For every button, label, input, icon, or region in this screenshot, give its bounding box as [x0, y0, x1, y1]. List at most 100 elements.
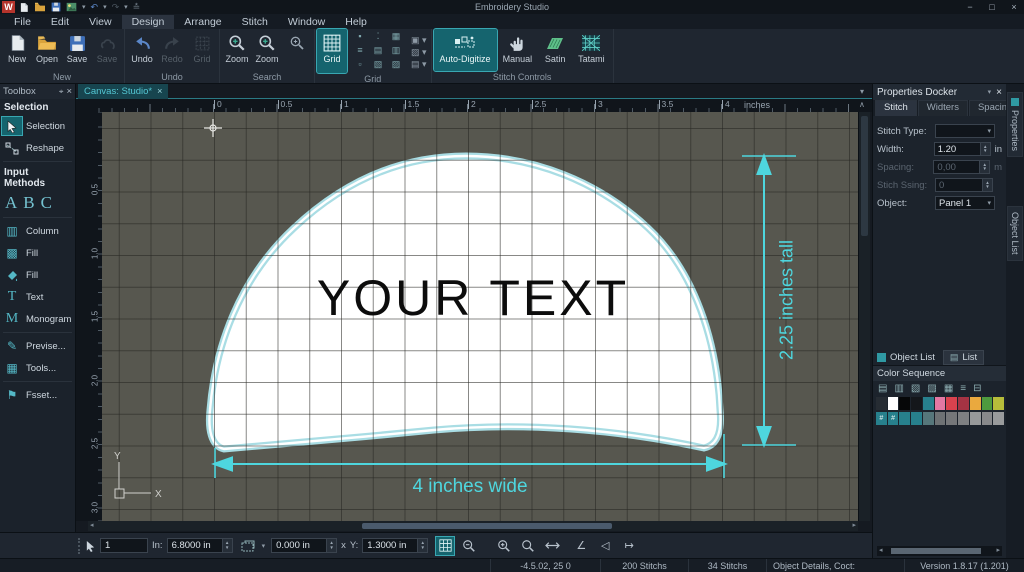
tool-selection[interactable]: Selection	[0, 115, 75, 137]
grid-option-icon[interactable]: ▤	[374, 45, 383, 59]
close-icon[interactable]: ×	[66, 86, 72, 97]
auto-digitize-button[interactable]: Auto-Digitize	[432, 28, 498, 72]
docker-menu-icon[interactable]: ▾	[988, 88, 992, 96]
zoom-out-icon[interactable]	[460, 537, 478, 555]
letter-a[interactable]: A	[5, 193, 17, 213]
color-swatch[interactable]: #	[887, 412, 899, 425]
list-view-icon[interactable]: ≡	[960, 383, 966, 394]
zoom-button-2[interactable]: Zoom	[252, 29, 282, 71]
side-tab-object-list[interactable]: Object List	[1007, 206, 1023, 261]
color-swatch[interactable]	[946, 397, 958, 410]
copy-icon[interactable]: ▥	[894, 383, 903, 394]
canvas-tab[interactable]: Canvas: Studio* ×	[78, 83, 169, 99]
menu-item-window[interactable]: Window	[278, 15, 335, 29]
minimize-button[interactable]: −	[960, 2, 980, 12]
color-swatch[interactable]	[887, 397, 899, 410]
scroll-right-icon[interactable]: ▸	[996, 546, 1000, 556]
color-swatch[interactable]	[969, 397, 981, 410]
scroll-right-icon[interactable]: ▸	[852, 521, 856, 531]
grid-toggle-button[interactable]: Grid	[316, 28, 348, 74]
letter-b[interactable]: B	[23, 193, 34, 213]
stich-ssing-spinner[interactable]: ▲ ▼	[983, 178, 993, 192]
scroll-left-icon[interactable]: ◂	[90, 521, 94, 531]
toolbar-grip[interactable]	[78, 537, 81, 554]
menu-item-file[interactable]: File	[4, 15, 41, 29]
tab-close-icon[interactable]: ×	[157, 86, 162, 96]
lettering-abc[interactable]: A B C	[0, 191, 75, 215]
menu-item-stitch[interactable]: Stitch	[232, 15, 278, 29]
tool-fill-bucket[interactable]: Fill	[0, 264, 75, 286]
color-swatch[interactable]	[993, 412, 1005, 425]
new-button[interactable]: New	[2, 29, 32, 71]
menu-item-arrange[interactable]: Arrange	[174, 15, 231, 29]
grid-option-icon[interactable]: ⁚	[377, 31, 380, 45]
docker-close-icon[interactable]: ×	[996, 87, 1002, 98]
paste-icon[interactable]: ▧	[911, 383, 920, 394]
save-button[interactable]: Save	[62, 29, 92, 71]
jump-icon[interactable]: ↦	[620, 537, 638, 555]
grid-option-icon[interactable]: ▧	[374, 59, 383, 73]
select-box-icon[interactable]: ▣ ▾	[411, 35, 427, 46]
scroll-left-icon[interactable]: ◂	[879, 546, 883, 556]
color-swatch[interactable]	[922, 412, 934, 425]
tool-column[interactable]: ▥ Column	[0, 220, 75, 242]
tool-text[interactable]: T Text	[0, 286, 75, 308]
grid-toggle-button[interactable]	[435, 535, 456, 556]
color-swatch[interactable]	[899, 412, 911, 425]
grid-options-icons[interactable]: ▪ ⁚ ▦ ≡ ▤ ▥ ▫ ▧ ▨	[347, 29, 407, 73]
pin-icon[interactable]: ⌖	[59, 87, 64, 97]
menu-item-design[interactable]: Design	[121, 14, 175, 29]
grid-option-icon[interactable]: ≡	[357, 45, 362, 59]
grid-option-icon[interactable]: ▥	[392, 45, 401, 59]
y-value-input[interactable]: 1.3000 in	[362, 538, 419, 553]
color-swatch[interactable]	[899, 397, 911, 410]
measure-icon[interactable]: ∠	[572, 537, 590, 555]
satin-button[interactable]: Satin	[538, 29, 572, 71]
grid-option-icon[interactable]: ▦	[392, 31, 401, 45]
save-as-button[interactable]: Save	[92, 29, 122, 71]
design-text[interactable]: YOUR TEXT	[317, 269, 629, 327]
tool-previse[interactable]: ✎ Previse...	[0, 335, 75, 357]
manual-button[interactable]: Manual	[497, 29, 539, 71]
tab-stitch[interactable]: Stitch	[875, 100, 917, 116]
count-input[interactable]: 1	[100, 538, 148, 553]
color-swatch[interactable]	[876, 397, 887, 410]
layers-icon[interactable]: ▦	[944, 383, 953, 394]
stitch-type-select[interactable]: ▾	[935, 124, 995, 138]
color-swatch[interactable]	[934, 397, 946, 410]
width-input[interactable]: 1.20	[933, 142, 981, 156]
grid-small-button[interactable]: Grid	[187, 29, 217, 71]
speaker-icon[interactable]: ◁	[596, 537, 614, 555]
grid-option-icon[interactable]: ▫	[358, 59, 361, 73]
tab-widters[interactable]: Widters	[917, 100, 968, 116]
tool-fsset[interactable]: ⚑ Fsset...	[0, 384, 75, 406]
zoom-tool-icon[interactable]	[519, 537, 537, 555]
reference-tool-icon[interactable]	[241, 540, 256, 552]
color-swatch[interactable]	[981, 397, 993, 410]
hatch-style-icon[interactable]: ▨ ▾	[411, 47, 427, 58]
color-swatch[interactable]	[981, 412, 993, 425]
tab-list-dropdown-icon[interactable]: ▾	[860, 87, 864, 96]
scroll-up-icon[interactable]: ∧	[859, 100, 865, 109]
pan-icon[interactable]	[543, 537, 561, 555]
color-swatch[interactable]	[934, 412, 946, 425]
in-value-input[interactable]: 6.8000 in	[166, 538, 223, 553]
design-canvas[interactable]: Y X YOUR TEXT 2.25 inches tall 4 inches …	[102, 112, 858, 521]
tool-tools[interactable]: ▦ Tools...	[0, 357, 75, 379]
grid-option-icon[interactable]: ▨	[392, 59, 401, 73]
hoop-icon[interactable]: ▤ ▾	[411, 59, 427, 70]
horizontal-scrollbar[interactable]: ◂ ▸	[88, 521, 858, 531]
spacing-input[interactable]: 0,00	[933, 160, 981, 174]
menu-item-view[interactable]: View	[79, 15, 122, 29]
scroll-thumb[interactable]	[891, 548, 981, 554]
tool-monogram[interactable]: M Monogram	[0, 308, 75, 330]
design-thumb-icon[interactable]: ▤	[878, 383, 887, 394]
color-swatch[interactable]	[958, 397, 969, 410]
object-select[interactable]: Panel 1 ▾	[935, 196, 995, 210]
maximize-button[interactable]: □	[982, 2, 1002, 12]
chevron-down-icon[interactable]: ▾	[262, 542, 266, 550]
menu-item-help[interactable]: Help	[335, 15, 377, 29]
color-swatch[interactable]	[946, 412, 958, 425]
offset-spinner[interactable]: ▲ ▼	[327, 538, 338, 553]
redo-button[interactable]: Redo	[157, 29, 187, 71]
